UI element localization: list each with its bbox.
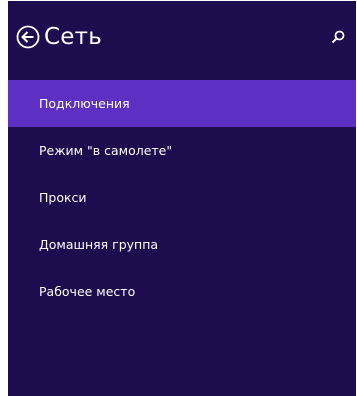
menu-item-homegroup[interactable]: Домашняя группа [8,221,356,268]
panel-header: Сеть [8,1,356,81]
menu-item-workplace[interactable]: Рабочее место [8,268,356,315]
search-icon [331,30,345,44]
settings-panel: Сеть Подключения Режим "в самолете" Прок… [8,1,356,396]
back-arrow-circle-icon [16,25,40,49]
menu-item-proxy[interactable]: Прокси [8,174,356,221]
menu-item-connections[interactable]: Подключения [8,80,356,127]
settings-menu: Подключения Режим "в самолете" Прокси До… [8,80,356,315]
page-title: Сеть [44,24,102,50]
back-button[interactable] [16,25,40,49]
menu-item-airplane-mode[interactable]: Режим "в самолете" [8,127,356,174]
search-button[interactable] [330,29,346,45]
